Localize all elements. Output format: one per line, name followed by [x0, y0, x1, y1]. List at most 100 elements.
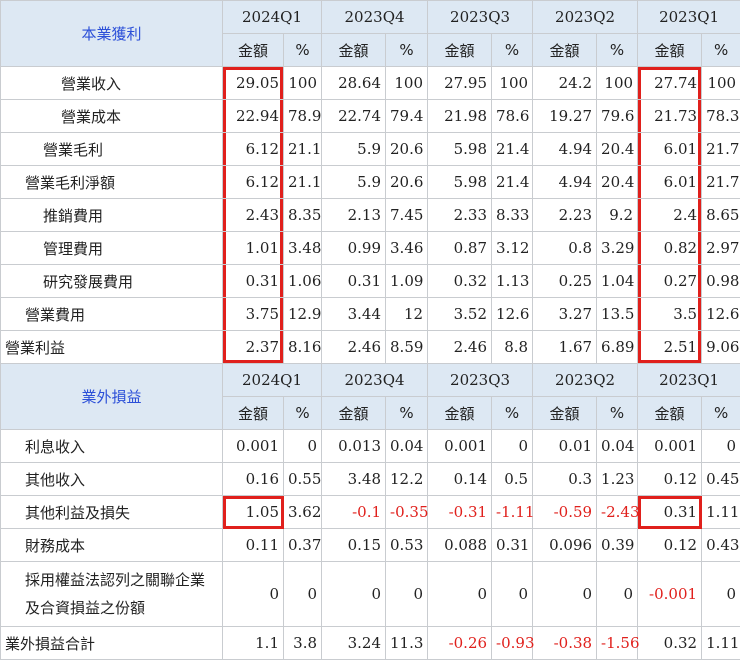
percent-cell: 13.5 — [596, 297, 639, 331]
percent-cell: 1.23 — [596, 462, 639, 496]
table-row: 利息收入 0.001 0 0.013 0.04 0.001 0 0.01 0.04 0.001 0 — [0, 429, 740, 463]
amount-cell: 0.14 — [427, 462, 493, 496]
amount-cell: 2.33 — [427, 198, 493, 232]
amount-cell: 3.75 — [222, 297, 284, 331]
amount-cell: 2.23 — [532, 198, 598, 232]
amount-cell: 5.9 — [321, 132, 387, 166]
amount-cell: 6.01 — [637, 165, 703, 199]
percent-header: % — [596, 396, 639, 430]
amount-cell: 0.11 — [222, 528, 284, 562]
quarter-header: 2023Q2 — [532, 0, 639, 34]
percent-header: % — [596, 33, 639, 67]
percent-cell: 0.5 — [491, 462, 534, 496]
amount-cell: 2.46 — [427, 330, 493, 364]
percent-cell: 3.12 — [491, 231, 534, 265]
percent-cell: 1.11 — [701, 626, 740, 660]
amount-cell: 0.25 — [532, 264, 598, 298]
amount-cell: 0.82 — [637, 231, 703, 265]
amount-cell: 0.001 — [222, 429, 284, 463]
percent-cell: 12.9 — [282, 297, 323, 331]
amount-header: 金額 — [222, 396, 284, 430]
amount-cell: -0.001 — [637, 561, 703, 627]
amount-cell: 2.46 — [321, 330, 387, 364]
percent-cell: 12 — [385, 297, 429, 331]
percent-cell: 8.33 — [491, 198, 534, 232]
amount-cell: 2.37 — [222, 330, 284, 364]
amount-header: 金額 — [222, 33, 284, 67]
percent-cell: 21.7 — [701, 165, 740, 199]
row-label: 其他利益及損失 — [0, 495, 223, 529]
table-row: 營業費用 3.75 12.9 3.44 12 3.52 12.6 3.27 13.5 3.5 12.… — [0, 297, 740, 331]
amount-cell: -0.38 — [532, 626, 598, 660]
amount-cell: 2.43 — [222, 198, 284, 232]
row-label: 營業成本 — [0, 99, 223, 133]
amount-cell: -0.1 — [321, 495, 387, 529]
row-label: 管理費用 — [0, 231, 223, 265]
percent-cell: 1.13 — [491, 264, 534, 298]
amount-cell: 1.67 — [532, 330, 598, 364]
percent-cell: 8.16 — [282, 330, 323, 364]
percent-cell: 21.7 — [701, 132, 740, 166]
row-label: 其他收入 — [0, 462, 223, 496]
percent-cell: 20.6 — [385, 165, 429, 199]
amount-cell: 4.94 — [532, 132, 598, 166]
row-label: 採用權益法認列之關聯企業及合資損益之份額 — [0, 561, 223, 627]
table-row: 其他收入 0.16 0.55 3.48 12.2 0.14 0.5 0.3 1.23 0.12 0.… — [0, 462, 740, 496]
section-title: 業外損益 — [0, 363, 223, 430]
percent-cell: 0.55 — [282, 462, 323, 496]
amount-cell: 0 — [321, 561, 387, 627]
amount-cell: -0.31 — [427, 495, 493, 529]
amount-cell: 1.1 — [222, 626, 284, 660]
percent-header: % — [701, 396, 740, 430]
row-label: 營業毛利淨額 — [0, 165, 223, 199]
amount-cell: 0.31 — [222, 264, 284, 298]
table-row: 營業利益 2.37 8.16 2.46 8.59 2.46 8.8 1.67 6.89 2.51 9… — [0, 330, 740, 364]
percent-cell: 9.06 — [701, 330, 740, 364]
percent-cell: 0.98 — [701, 264, 740, 298]
amount-header: 金額 — [532, 33, 598, 67]
amount-cell: 3.48 — [321, 462, 387, 496]
percent-cell: 20.4 — [596, 165, 639, 199]
table-row: 其他利益及損失 1.05 3.62 -0.1 -0.35 -0.31 -1.11 -0.59-… — [0, 495, 740, 529]
amount-cell: 0.31 — [321, 264, 387, 298]
amount-cell: 0.096 — [532, 528, 598, 562]
row-label: 研究發展費用 — [0, 264, 223, 298]
amount-cell: 0.12 — [637, 462, 703, 496]
amount-cell: 5.9 — [321, 165, 387, 199]
amount-cell: 0.31 — [637, 495, 703, 529]
amount-cell: 0.87 — [427, 231, 493, 265]
amount-cell: 29.05 — [222, 66, 284, 100]
amount-cell: 0 — [222, 561, 284, 627]
percent-cell: 0.53 — [385, 528, 429, 562]
percent-cell: 0 — [385, 561, 429, 627]
percent-cell: 100 — [596, 66, 639, 100]
percent-cell: 7.45 — [385, 198, 429, 232]
percent-cell: 79.6 — [596, 99, 639, 133]
section-header-row: 業外損益 2024Q1 2023Q4 2023Q3 2023Q2 2023Q1 — [0, 363, 740, 430]
percent-cell: 21.1 — [282, 165, 323, 199]
section-header-row: 本業獲利 2024Q1 2023Q4 2023Q3 2023Q2 2023Q1 — [0, 0, 740, 67]
amount-header: 金額 — [321, 33, 387, 67]
percent-cell: 0.43 — [701, 528, 740, 562]
amount-header: 金額 — [427, 33, 493, 67]
amount-cell: 0.15 — [321, 528, 387, 562]
amount-cell: 24.2 — [532, 66, 598, 100]
percent-header: % — [282, 33, 323, 67]
amount-cell: 0.8 — [532, 231, 598, 265]
percent-cell: 78.6 — [491, 99, 534, 133]
table-row: 營業毛利淨額 6.12 21.1 5.9 20.6 5.98 21.4 4.94 20.4 6.0… — [0, 165, 740, 199]
table-row: 營業毛利 6.12 21.1 5.9 20.6 5.98 21.4 4.94 20.4 6.01 2… — [0, 132, 740, 166]
quarter-header: 2023Q1 — [637, 0, 740, 34]
amount-cell: 0.32 — [427, 264, 493, 298]
percent-cell: 8.59 — [385, 330, 429, 364]
row-label: 推銷費用 — [0, 198, 223, 232]
amount-cell: 0.99 — [321, 231, 387, 265]
percent-cell: 100 — [491, 66, 534, 100]
percent-cell: 0 — [282, 561, 323, 627]
percent-cell: 9.2 — [596, 198, 639, 232]
table-row: 營業成本 22.94 78.9 22.74 79.4 21.98 78.6 19.27 79.6… — [0, 99, 740, 133]
percent-cell: 0.04 — [596, 429, 639, 463]
amount-header: 金額 — [427, 396, 493, 430]
table-row: 營業收入 29.05 100 28.64 100 27.95 100 24.2 100 27.74… — [0, 66, 740, 100]
percent-cell: -1.56 — [596, 626, 640, 660]
